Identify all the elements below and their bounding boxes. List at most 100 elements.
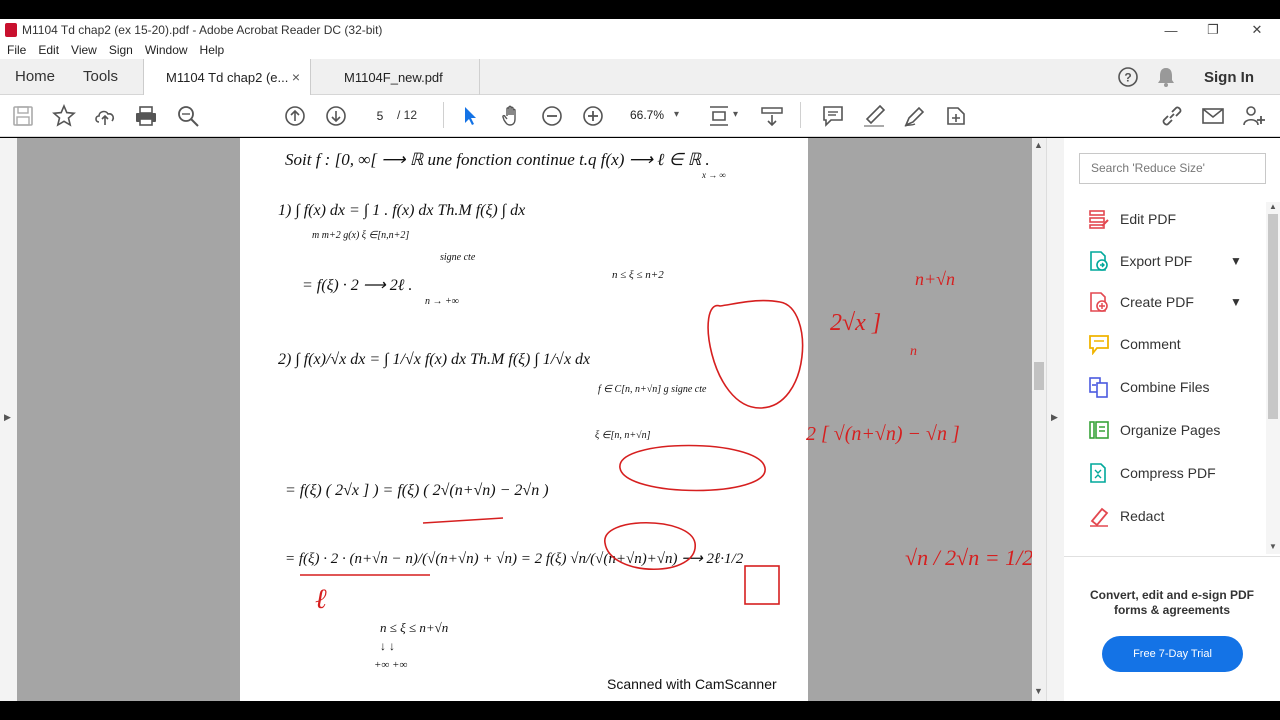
red-margin-annotations: 2√x ] n+√n n 2 [ √(n+√n) − √n ] √n / 2√n…	[806, 269, 1033, 570]
save-icon[interactable]	[11, 104, 35, 128]
free-trial-button[interactable]: Free 7-Day Trial	[1102, 636, 1243, 672]
create-pdf-icon	[1090, 292, 1108, 312]
minimize-button[interactable]: —	[1149, 19, 1193, 41]
line-q1-bounds: m m+2 g(x) ξ ∈[n,n+2]	[312, 230, 409, 241]
line-q2-simplify: = f(ξ) · 2 · (n+√n − n)/(√(n+√n) + √n) =…	[285, 551, 744, 567]
pdf-page[interactable]: Soit f : [0, ∞[ ⟶ ℝ une fonction continu…	[240, 138, 808, 701]
vertical-scrollbar[interactable]: ▲ ▼	[1032, 138, 1046, 701]
promo-text: Convert, edit and e-sign PDF forms & agr…	[1089, 588, 1254, 617]
scroll-down-icon[interactable]: ▼	[1269, 542, 1277, 551]
fit-page-dropdown-icon[interactable]: ▾	[733, 109, 738, 120]
tool-compress-pdf[interactable]: Compress PDF	[1064, 456, 1264, 490]
scanned-footer: Scanned with CamScanner	[607, 676, 777, 692]
email-icon[interactable]	[1201, 104, 1225, 128]
tools-search-input[interactable]: Search 'Reduce Size'	[1079, 153, 1266, 184]
collapse-right-panel-icon[interactable]: ▶	[1051, 412, 1058, 423]
annotation-ratio: √n / 2√n = 1/2	[905, 545, 1033, 570]
left-panel-toggle[interactable]: ▶	[0, 138, 17, 701]
menu-view[interactable]: View	[71, 43, 97, 57]
menu-edit[interactable]: Edit	[38, 43, 59, 57]
next-page-icon[interactable]	[324, 104, 348, 128]
redact-icon	[1090, 507, 1109, 527]
sign-in-button[interactable]: Sign In	[1204, 59, 1254, 95]
tool-create-pdf[interactable]: Create PDF ▼	[1064, 285, 1264, 319]
zoom-in-icon[interactable]	[581, 104, 605, 128]
scroll-thumb[interactable]	[1034, 362, 1044, 390]
expand-left-panel-icon[interactable]: ▶	[4, 412, 11, 423]
find-search-icon[interactable]	[176, 104, 200, 128]
tool-label: Compress PDF	[1120, 465, 1216, 481]
close-tab-icon[interactable]: ×	[292, 69, 300, 85]
close-button[interactable]: ✕	[1235, 19, 1279, 41]
notifications-bell-icon[interactable]	[1156, 59, 1176, 95]
tab-document-inactive[interactable]: M1104F_new.pdf	[312, 59, 480, 95]
tool-label: Comment	[1120, 336, 1181, 352]
tool-redact[interactable]: Redact	[1064, 499, 1264, 533]
compress-pdf-icon	[1090, 463, 1106, 483]
tab-document-active[interactable]: M1104 Td chap2 (e... ×	[143, 59, 311, 95]
scroll-up-icon[interactable]: ▲	[1269, 202, 1277, 211]
line-hypothesis: Soit f : [0, ∞[ ⟶ ℝ une fonction continu…	[285, 150, 710, 169]
menu-help[interactable]: Help	[200, 43, 225, 57]
previous-page-icon[interactable]	[283, 104, 307, 128]
fit-page-icon[interactable]	[707, 104, 731, 128]
tool-export-pdf[interactable]: Export PDF ▼	[1064, 244, 1264, 278]
edit-pdf-icon	[1089, 210, 1109, 229]
bookmark-star-icon[interactable]	[52, 104, 76, 128]
help-icon[interactable]: ?	[1117, 59, 1139, 95]
zoom-level: 66.7%	[630, 108, 665, 122]
annotation-upper-bound: n+√n	[915, 269, 955, 289]
restore-button[interactable]: ❐	[1191, 19, 1235, 41]
line-q1-bound-xi: n ≤ ξ ≤ n+2	[612, 269, 664, 281]
tab-home[interactable]: Home	[15, 68, 55, 85]
annotation-lower-bound: n	[910, 344, 917, 359]
scroll-down-icon[interactable]: ▼	[1034, 686, 1043, 696]
highlight-pen-icon[interactable]	[862, 104, 886, 128]
tool-edit-pdf[interactable]: Edit PDF	[1064, 202, 1264, 236]
tools-pane-scrollbar[interactable]: ▲ ▼	[1266, 202, 1280, 554]
page-display-icon[interactable]	[760, 104, 784, 128]
fill-sign-icon[interactable]	[944, 104, 968, 128]
scroll-up-icon[interactable]: ▲	[1034, 140, 1043, 150]
tool-combine-files[interactable]: Combine Files	[1064, 370, 1264, 404]
line-q1-sign: signe cte	[440, 252, 476, 263]
zoom-out-icon[interactable]	[540, 104, 564, 128]
select-cursor-icon[interactable]	[458, 104, 482, 128]
print-icon[interactable]	[134, 104, 158, 128]
tool-label: Organize Pages	[1120, 422, 1221, 438]
page-number-input[interactable]: 5	[367, 104, 393, 126]
tab-tools[interactable]: Tools	[83, 68, 118, 85]
line-q2-arrows: ↓ ↓	[380, 639, 395, 653]
tool-label: Combine Files	[1120, 379, 1210, 395]
top-black-band	[0, 0, 1280, 19]
zoom-level-select[interactable]: 66.7% ▾	[622, 104, 688, 126]
sign-pen-icon[interactable]	[903, 104, 927, 128]
add-user-icon[interactable]	[1242, 104, 1266, 128]
tool-comment[interactable]: Comment	[1064, 327, 1264, 361]
tool-organize-pages[interactable]: Organize Pages	[1064, 413, 1264, 447]
menu-bar: File Edit View Sign Window Help	[0, 41, 1280, 59]
bottom-black-band	[0, 701, 1280, 720]
chevron-down-icon[interactable]: ▼	[1230, 254, 1242, 268]
chevron-down-icon[interactable]: ▼	[1230, 295, 1242, 309]
line-q2-bounds: n ≤ ξ ≤ n+√n	[380, 620, 448, 635]
hand-tool-icon[interactable]	[499, 104, 523, 128]
menu-window[interactable]: Window	[145, 43, 188, 57]
acrobat-icon	[5, 23, 17, 37]
line-q2-xi: ξ ∈[n, n+√n]	[595, 430, 651, 441]
menu-sign[interactable]: Sign	[109, 43, 133, 57]
scroll-thumb[interactable]	[1268, 214, 1278, 419]
comment-icon[interactable]	[821, 104, 845, 128]
tool-label: Redact	[1120, 508, 1165, 524]
tab-bar: Home Tools M1104 Td chap2 (e... × M1104F…	[0, 59, 1280, 95]
svg-text:?: ?	[1124, 71, 1131, 85]
share-link-icon[interactable]	[1160, 104, 1184, 128]
upload-cloud-icon[interactable]	[93, 104, 117, 128]
line-q1: 1) ∫ f(x) dx = ∫ 1 . f(x) dx Th.M f(ξ) ∫…	[278, 202, 525, 220]
menu-file[interactable]: File	[7, 43, 26, 57]
toolbar-divider	[800, 102, 801, 128]
red-circle-integral	[707, 299, 804, 409]
right-panel-toggle[interactable]: ▶	[1046, 138, 1064, 701]
line-q2-eval: = f(ξ) ( 2√x ] ) = f(ξ) ( 2√(n+√n) − 2√n…	[285, 482, 549, 499]
red-circle-sqrt	[619, 444, 766, 492]
